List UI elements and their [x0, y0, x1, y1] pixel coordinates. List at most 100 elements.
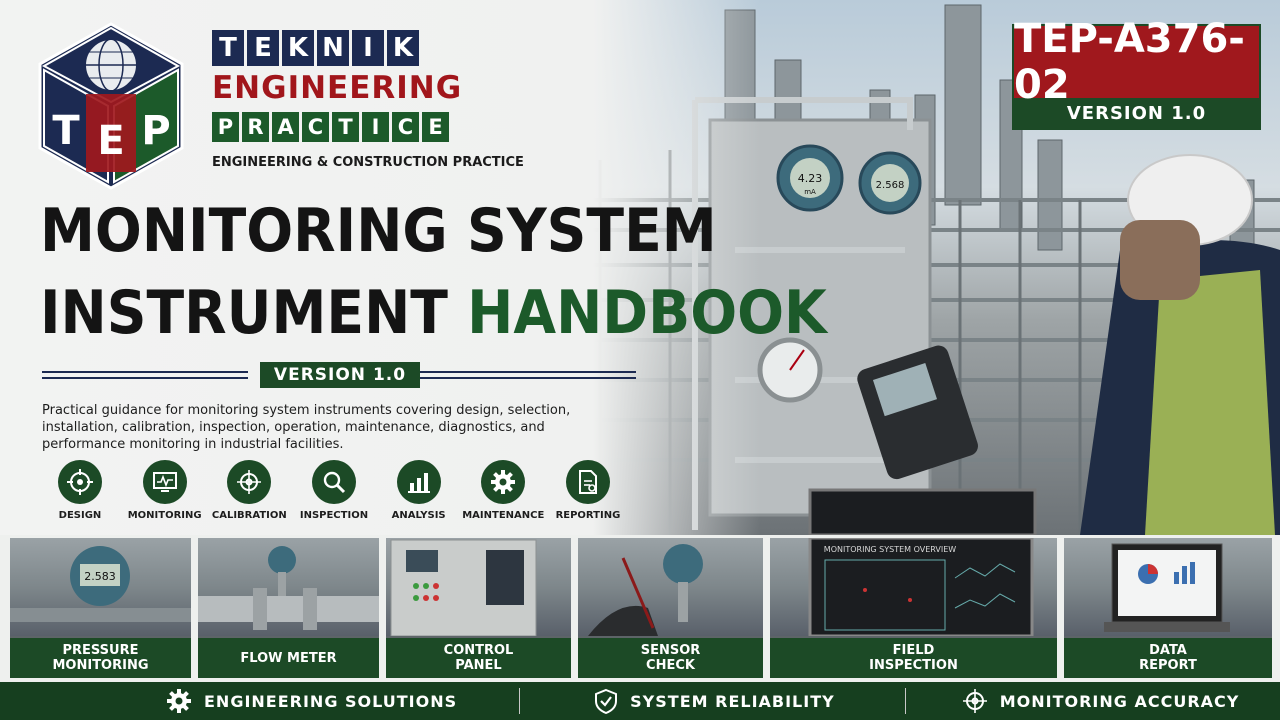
svg-text:E: E [97, 118, 124, 164]
topic-inspection: INSPECTION [292, 460, 376, 521]
document-code-badge: TEP-A376-02 VERSION 1.0 [1012, 16, 1261, 130]
brand-letter: K [282, 30, 314, 66]
card-caption-line: INSPECTION [869, 658, 958, 673]
divider [42, 371, 248, 379]
brand-letter: E [422, 112, 449, 142]
card-caption: PRESSURE MONITORING [10, 638, 191, 678]
brand-letter: P [212, 112, 239, 142]
transmitter-2-display: 2.568 [876, 180, 905, 191]
card-caption-line: MONITORING [52, 658, 149, 673]
title-handbook: HANDBOOK [467, 278, 827, 348]
card-caption-line: CONTROL [443, 643, 514, 658]
topic-label: MONITORING [127, 510, 202, 521]
topic-label: CALIBRATION [211, 510, 287, 521]
topic-label: REPORTING [555, 510, 621, 521]
gear-icon [481, 460, 526, 504]
brand-letter: I [362, 112, 389, 142]
brand-subtitle: ENGINEERING & CONSTRUCTION PRACTICE [212, 155, 524, 170]
card-image [198, 538, 379, 636]
footer-item-monitoring-accuracy: MONITORING ACCURACY [962, 688, 1240, 714]
footer-item-system-reliability: SYSTEM RELIABILITY [594, 688, 835, 714]
report-icon [565, 460, 610, 504]
topic-monitoring: MONITORING [123, 460, 207, 521]
transmitter-1-unit: mA [804, 188, 816, 196]
card-image [386, 538, 571, 637]
card-caption-line: SENSOR [640, 643, 701, 658]
document-code: TEP-A376-02 [1014, 16, 1259, 108]
main-title-line-2: INSTRUMENT HANDBOOK [40, 278, 827, 348]
tep-logo: T E P [38, 22, 184, 190]
brand-letter: C [302, 112, 329, 142]
card-caption-line: FIELD [892, 643, 935, 658]
card-image: MONITORING SYSTEM OVERVIEW [770, 538, 1057, 638]
crosshair-icon [962, 689, 987, 713]
divider [904, 688, 906, 714]
topic-label: ANALYSIS [391, 510, 446, 521]
brand-letter: A [272, 112, 299, 142]
card-image: 2.583 [10, 538, 191, 636]
card-caption-line: PANEL [455, 658, 502, 673]
version-badge: VERSION 1.0 [260, 362, 420, 388]
svg-text:P: P [141, 108, 170, 154]
topic-design: DESIGN [38, 460, 122, 521]
monitor-icon [142, 460, 187, 504]
card-caption-line: REPORT [1139, 658, 1197, 673]
screen-title: MONITORING SYSTEM OVERVIEW [824, 545, 956, 554]
brand-letter: T [332, 112, 359, 142]
main-title-line-1: MONITORING SYSTEM [40, 196, 717, 266]
crosshair-icon [227, 460, 272, 504]
brand-letter: E [247, 30, 279, 66]
footer-label: MONITORING ACCURACY [999, 691, 1240, 711]
title-instrument: INSTRUMENT [40, 278, 468, 348]
feature-cards: 2.583 PRESSURE MONITORING FLOW METER CONT… [10, 538, 1272, 678]
card-control-panel: CONTROL PANEL [386, 538, 571, 678]
card-caption-line: DATA [1149, 643, 1187, 658]
transmitter-1-display: 4.23 [798, 172, 823, 185]
gear-icon [167, 689, 191, 713]
description: Practical guidance for monitoring system… [42, 403, 571, 452]
magnifier-icon [311, 460, 356, 504]
topic-maintenance: MAINTENANCE [461, 460, 545, 521]
brand-letter: K [387, 30, 419, 66]
card-field-inspection: MONITORING SYSTEM OVERVIEW FIELD INSPECTI… [770, 538, 1057, 678]
footer-label: ENGINEERING SOLUTIONS [204, 691, 458, 711]
card-pressure-monitoring: 2.583 PRESSURE MONITORING [10, 538, 191, 678]
topic-analysis: ANALYSIS [377, 460, 461, 521]
brand-engineering: ENGINEERING [212, 70, 463, 106]
card-image [578, 538, 763, 636]
card-caption: CONTROL PANEL [386, 638, 571, 678]
svg-text:T: T [52, 108, 80, 154]
target-icon [58, 460, 102, 504]
brand-letter: R [242, 112, 269, 142]
card-data-report: DATA REPORT [1064, 538, 1272, 678]
card-caption: SENSOR CHECK [578, 638, 763, 678]
card-display: 2.583 [84, 570, 116, 583]
divider [420, 371, 636, 379]
card-caption-line: FLOW METER [240, 650, 337, 666]
bar-chart-icon [396, 460, 441, 504]
brand-letter: T [212, 30, 244, 66]
topic-label: DESIGN [58, 510, 102, 521]
card-image [1064, 538, 1272, 636]
card-caption-line: PRESSURE [62, 643, 139, 658]
card-sensor-check: SENSOR CHECK [578, 538, 763, 678]
brand-letter: C [392, 112, 419, 142]
topic-calibration: CALIBRATION [207, 460, 291, 521]
card-caption: DATA REPORT [1064, 638, 1272, 678]
card-caption: FLOW METER [198, 638, 379, 678]
brand-letter: N [317, 30, 349, 66]
footer-item-engineering-solutions: ENGINEERING SOLUTIONS [166, 688, 457, 714]
brand-teknik: T E K N I K [212, 30, 419, 66]
shield-check-icon [595, 688, 618, 714]
brand-letter: I [352, 30, 384, 66]
footer-bar: ENGINEERING SOLUTIONS SYSTEM RELIABILITY… [0, 682, 1280, 720]
footer-label: SYSTEM RELIABILITY [630, 691, 835, 711]
divider [519, 688, 521, 714]
version-row: VERSION 1.0 [42, 362, 636, 392]
card-flow-meter: FLOW METER [198, 538, 379, 678]
brand-practice: P R A C T I C E [212, 112, 449, 142]
card-caption: FIELD INSPECTION [770, 638, 1057, 678]
topic-label: INSPECTION [299, 510, 369, 521]
topic-icons: DESIGN MONITORING CALIBRATION INSPECTION… [38, 460, 630, 521]
topic-reporting: REPORTING [546, 460, 630, 521]
